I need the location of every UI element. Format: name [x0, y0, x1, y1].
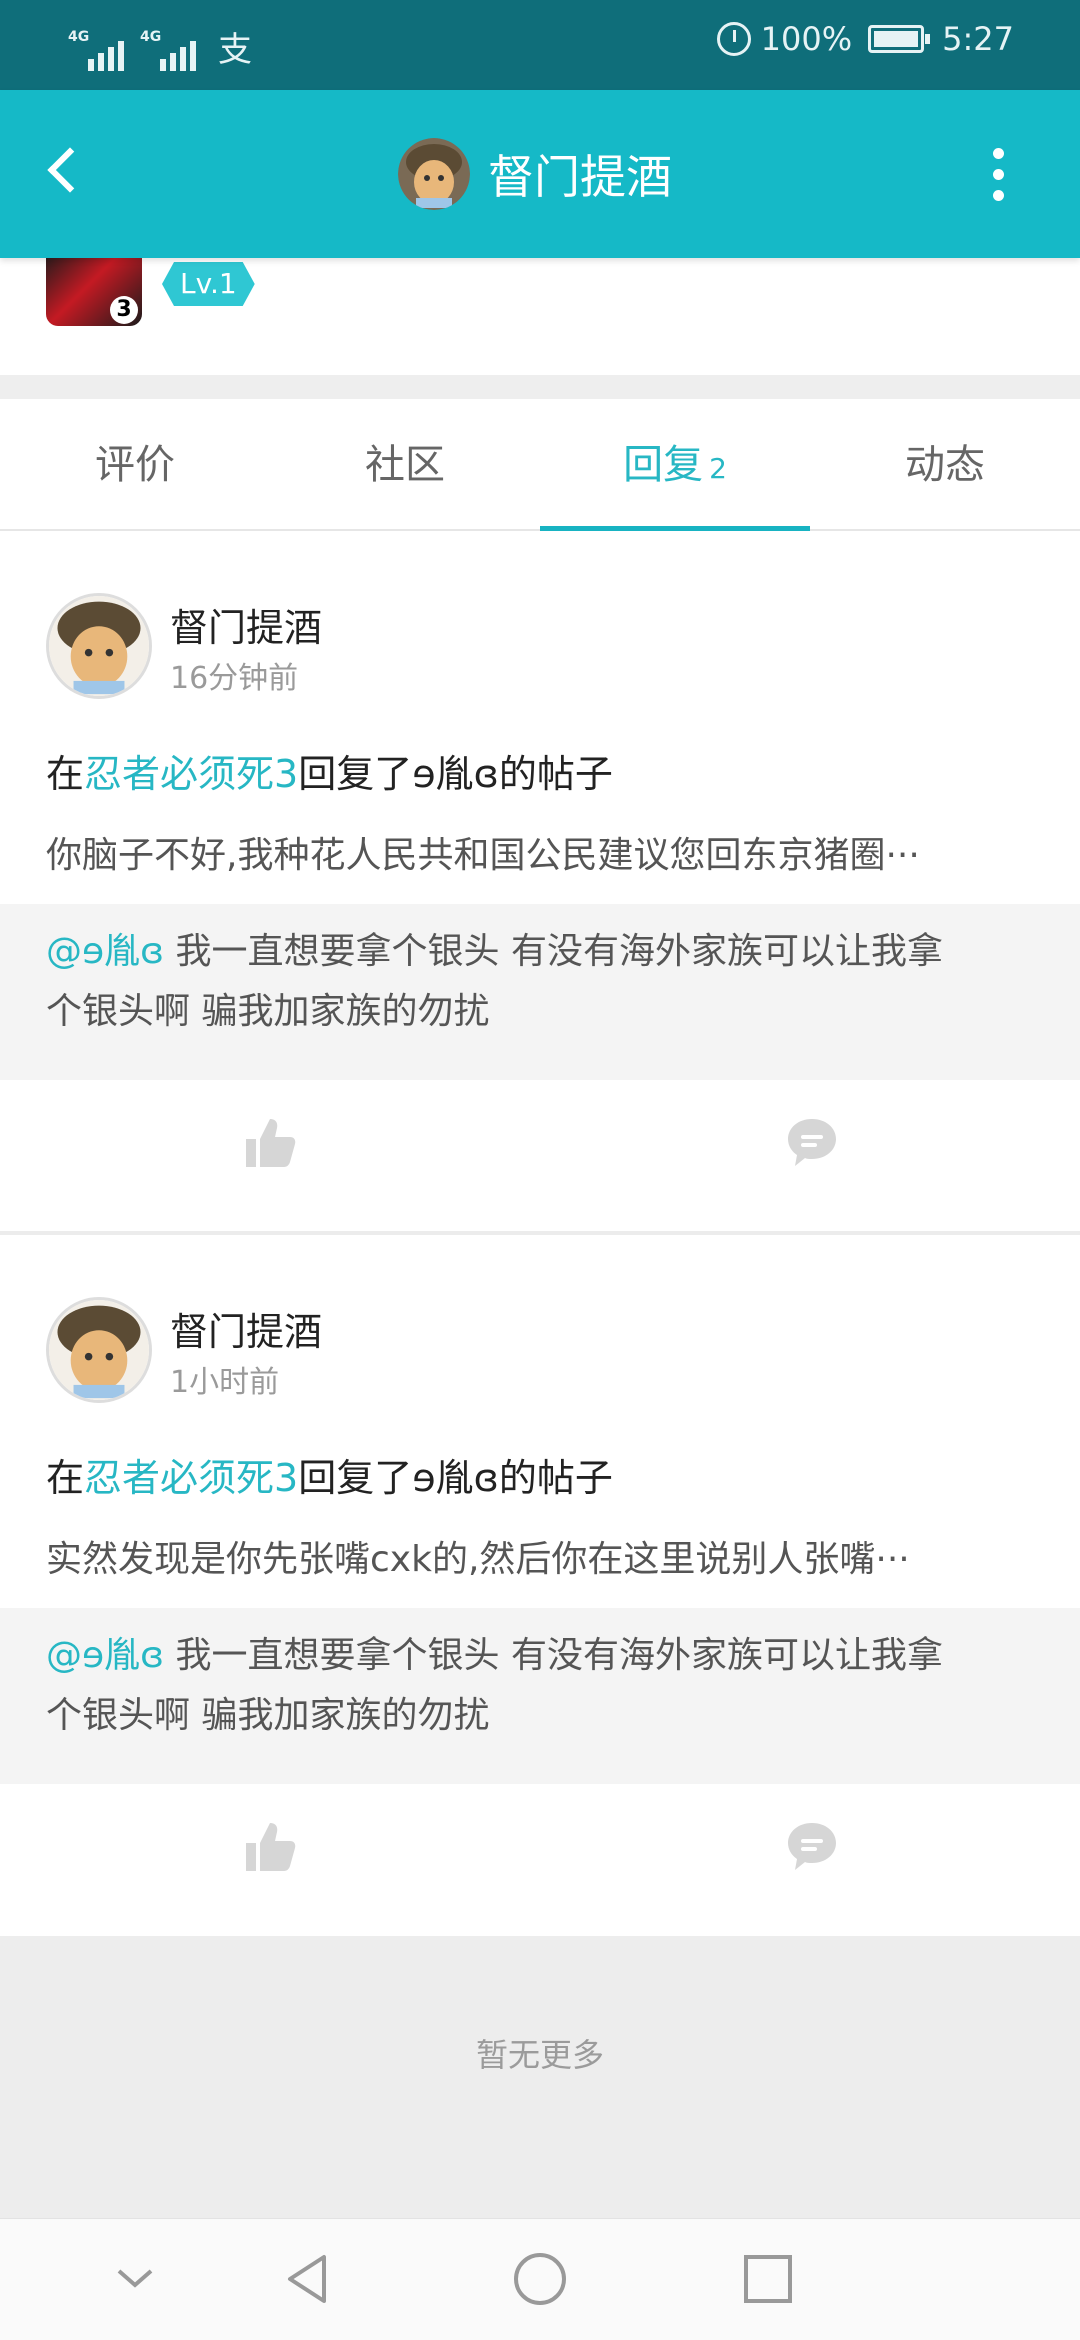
- more-vertical-icon: [992, 148, 1004, 159]
- user-avatar[interactable]: [46, 1297, 152, 1403]
- title-suffix: 回复了ɘ胤ɞ的帖子: [298, 1456, 613, 1500]
- tab-label: 社区: [365, 442, 445, 488]
- signal-bars-icon: [88, 41, 124, 71]
- status-bar: 4G 4G 支 100% 5:27: [0, 0, 1080, 90]
- profile-header: 3 Lv.1: [0, 250, 1080, 375]
- level-badge: Lv.1: [162, 262, 255, 306]
- alarm-icon: [716, 22, 751, 56]
- title-prefix: 在: [46, 752, 85, 796]
- tab-activity[interactable]: 动态: [810, 399, 1080, 531]
- username[interactable]: 督门提酒: [170, 1301, 322, 1356]
- signal-bars-icon: [160, 41, 196, 71]
- tab-reviews[interactable]: 评价: [0, 399, 270, 531]
- more-menu-button[interactable]: [988, 148, 1008, 204]
- battery-percent: 100%: [760, 20, 853, 58]
- signal-2: 4G: [140, 29, 196, 71]
- game-link[interactable]: 忍者必须死3: [84, 752, 298, 796]
- tab-bar: 评价 社区 回复 2 动态: [0, 399, 1080, 532]
- tab-count: 2: [709, 452, 727, 485]
- back-triangle-icon[interactable]: [280, 2249, 340, 2309]
- home-circle-icon[interactable]: [510, 2249, 570, 2309]
- status-right: 100% 5:27: [716, 20, 1014, 58]
- alipay-icon: 支: [218, 30, 252, 70]
- no-more-label: 暂无更多: [475, 2036, 604, 2074]
- reply-card[interactable]: 督门提酒 16分钟前 在忍者必须死3回复了ɘ胤ɞ的帖子 你脑子不好,我种花人民共…: [0, 531, 1080, 1231]
- mention-link[interactable]: @ɘ胤ɞ: [46, 931, 164, 972]
- quote-text: 个银头啊 骗我加家族的勿扰: [46, 991, 490, 1032]
- status-left: 4G 4G 支: [68, 22, 252, 71]
- tab-label: 动态: [905, 442, 985, 488]
- username[interactable]: 督门提酒: [170, 597, 322, 652]
- tab-label: 回复: [623, 442, 704, 488]
- like-icon[interactable]: [240, 1817, 300, 1877]
- reply-body: 实然发现是你先张嘴cxk的,然后你在这里说别人张嘴···: [46, 1539, 910, 1580]
- quote-text: 我一直想要拿个银头 有没有海外家族可以让我拿: [175, 1635, 943, 1676]
- tab-replies[interactable]: 回复 2: [540, 399, 810, 531]
- timestamp: 16分钟前: [170, 661, 299, 696]
- battery-icon: [868, 25, 931, 53]
- user-avatar: [398, 138, 470, 210]
- comment-icon[interactable]: [782, 1113, 842, 1173]
- like-icon[interactable]: [240, 1113, 300, 1173]
- chevron-down-icon[interactable]: [105, 2249, 165, 2309]
- quote-text: 我一直想要拿个银头 有没有海外家族可以让我拿: [175, 931, 943, 972]
- recents-square-icon[interactable]: [738, 2249, 798, 2309]
- mention-link[interactable]: @ɘ胤ɞ: [46, 1635, 164, 1676]
- back-button[interactable]: [42, 142, 82, 206]
- game-link[interactable]: 忍者必须死3: [84, 1456, 298, 1500]
- clock: 5:27: [942, 20, 1014, 58]
- network-type-1: 4G: [68, 29, 90, 45]
- app-bar-title: 督门提酒: [398, 138, 672, 210]
- network-type-2: 4G: [140, 29, 162, 45]
- page-title: 督门提酒: [488, 150, 672, 204]
- title-prefix: 在: [46, 1456, 85, 1500]
- no-more-footer: 暂无更多: [0, 1936, 1080, 2218]
- game-icon-number: 3: [110, 296, 138, 324]
- system-nav-bar: [0, 2218, 1080, 2340]
- reply-body: 你脑子不好,我种花人民共和国公民建议您回东京猪圈···: [46, 835, 920, 876]
- user-avatar[interactable]: [46, 593, 152, 699]
- quoted-post[interactable]: @ɘ胤ɞ 我一直想要拿个银头 有没有海外家族可以让我拿 个银头啊 骗我加家族的勿…: [0, 904, 1080, 1080]
- reply-title: 在忍者必须死3回复了ɘ胤ɞ的帖子: [46, 743, 613, 798]
- tab-label: 评价: [95, 442, 175, 488]
- reply-title: 在忍者必须死3回复了ɘ胤ɞ的帖子: [46, 1447, 613, 1502]
- game-icon[interactable]: 3: [46, 250, 142, 326]
- tab-community[interactable]: 社区: [270, 399, 540, 531]
- quote-text: 个银头啊 骗我加家族的勿扰: [46, 1695, 490, 1736]
- signal-1: 4G: [68, 29, 124, 71]
- reply-card[interactable]: 督门提酒 1小时前 在忍者必须死3回复了ɘ胤ɞ的帖子 实然发现是你先张嘴cxk的…: [0, 1235, 1080, 1936]
- timestamp: 1小时前: [170, 1365, 280, 1400]
- quoted-post[interactable]: @ɘ胤ɞ 我一直想要拿个银头 有没有海外家族可以让我拿 个银头啊 骗我加家族的勿…: [0, 1608, 1080, 1784]
- comment-icon[interactable]: [782, 1817, 842, 1877]
- section-gap: [0, 375, 1080, 399]
- app-bar: 督门提酒: [0, 90, 1080, 258]
- title-suffix: 回复了ɘ胤ɞ的帖子: [298, 752, 613, 796]
